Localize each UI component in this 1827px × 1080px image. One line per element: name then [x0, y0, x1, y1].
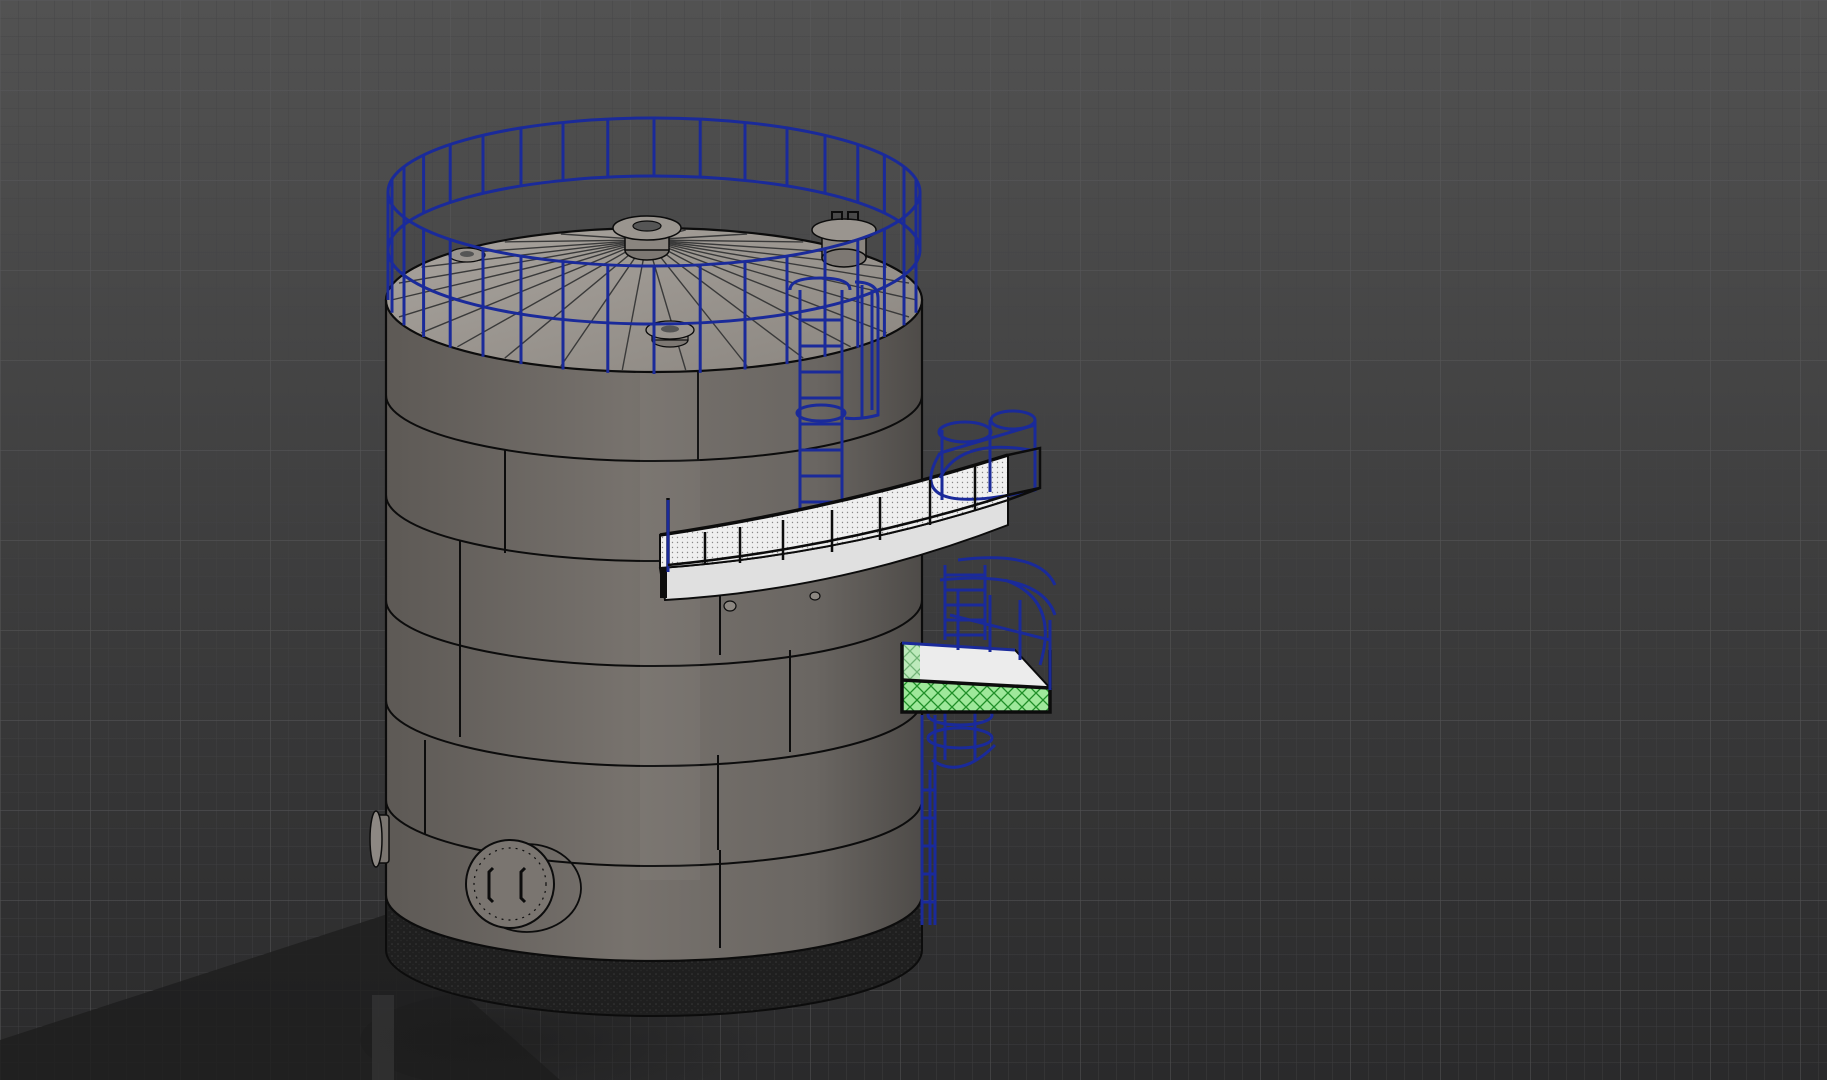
roof-nozzle-left[interactable] — [448, 247, 486, 263]
cad-model-canvas[interactable] — [0, 0, 1827, 1080]
3d-viewport[interactable] — [0, 0, 1827, 1080]
side-nozzle[interactable] — [369, 810, 390, 868]
